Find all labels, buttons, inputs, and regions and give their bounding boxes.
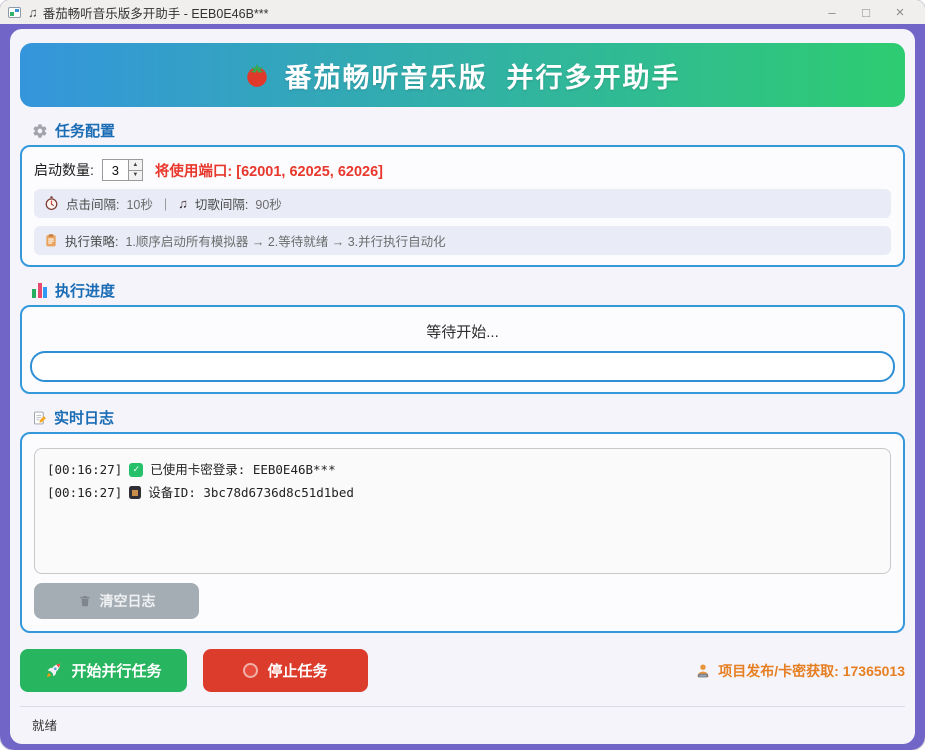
spinner-buttons: ▲ ▼ (128, 159, 143, 181)
clear-log-button[interactable]: 清空日志 (34, 583, 199, 619)
clear-log-label: 清空日志 (100, 591, 156, 611)
strategy-value: 1.顺序启动所有模拟器 → 2.等待就绪 → 3.并行执行自动化 (125, 231, 445, 250)
stop-task-button[interactable]: 停止任务 (203, 649, 368, 692)
titlebar: ♫ 番茄畅听音乐版多开助手 - EEB0E46B*** – □ × (0, 0, 925, 24)
contact-info: 项目发布/卡密获取: 17365013 (695, 661, 905, 681)
log-groupbox: [00:16:27] ✓ 已使用卡密登录: EEB0E46B*** [00:16… (20, 432, 905, 633)
close-button[interactable]: × (883, 4, 917, 21)
log-output[interactable]: [00:16:27] ✓ 已使用卡密登录: EEB0E46B*** [00:16… (34, 448, 891, 574)
launch-count-label: 启动数量: (34, 160, 94, 180)
interval-info-strip: 点击间隔: 10秒 | ♫ 切歌间隔: 90秒 (34, 189, 891, 218)
app-window: ♫ 番茄畅听音乐版多开助手 - EEB0E46B*** – □ × 番茄畅听音乐… (0, 0, 925, 750)
spin-down-button[interactable]: ▼ (129, 171, 142, 181)
strip-separator: | (164, 197, 167, 211)
log-entry: [00:16:27] ✓ 已使用卡密登录: EEB0E46B*** (47, 459, 878, 482)
ports-text: 将使用端口: [62001, 62025, 62026] (155, 160, 383, 181)
stop-task-label: 停止任务 (267, 660, 327, 681)
window-title: 番茄畅听音乐版多开助手 - EEB0E46B*** (43, 3, 269, 22)
section-progress: 执行进度 (32, 280, 905, 301)
song-interval-label: 切歌间隔: (195, 194, 248, 213)
app-icon (8, 7, 21, 18)
stop-circle-icon (243, 663, 258, 678)
stopwatch-icon (44, 196, 59, 211)
contact-text: 项目发布/卡密获取: 17365013 (718, 661, 905, 681)
status-bar: 就绪 (20, 706, 905, 744)
memo-icon (32, 410, 47, 426)
rocket-icon (45, 662, 62, 679)
log-text: 设备ID: 3bc78d6736d8c51d1bed (148, 482, 354, 505)
main-panel: 番茄畅听音乐版 并行多开助手 任务配置 启动数量: 3 ▲ ▼ (10, 29, 915, 744)
maximize-button[interactable]: □ (849, 5, 883, 20)
trash-icon (78, 594, 92, 608)
status-text: 就绪 (32, 719, 57, 733)
section-task-config: 任务配置 (32, 120, 905, 141)
header-banner: 番茄畅听音乐版 并行多开助手 (20, 43, 905, 107)
log-timestamp: [00:16:27] (47, 459, 122, 482)
app-title: 番茄畅听音乐版 并行多开助手 (284, 56, 680, 95)
section-title-config: 任务配置 (55, 120, 115, 141)
progress-bar (30, 351, 895, 382)
click-interval-value: 10秒 (126, 194, 152, 213)
click-interval-label: 点击间隔: (66, 194, 119, 213)
window-frame: 番茄畅听音乐版 并行多开助手 任务配置 启动数量: 3 ▲ ▼ (0, 24, 925, 750)
action-row: 开始并行任务 停止任务 项目发布/卡密获取: 17365013 (20, 649, 905, 692)
section-title-progress: 执行进度 (55, 280, 115, 301)
device-icon (129, 486, 141, 499)
section-title-log: 实时日志 (54, 407, 114, 428)
song-interval-value: 90秒 (255, 194, 281, 213)
spin-up-button[interactable]: ▲ (129, 160, 142, 171)
minimize-button[interactable]: – (815, 5, 849, 20)
strategy-info-strip: 执行策略: 1.顺序启动所有模拟器 → 2.等待就绪 → 3.并行执行自动化 (34, 226, 891, 255)
launch-count-value[interactable]: 3 (102, 159, 128, 181)
start-task-label: 开始并行任务 (71, 660, 161, 681)
bar-chart-icon (32, 283, 48, 298)
log-entry: [00:16:27] 设备ID: 3bc78d6736d8c51d1bed (47, 482, 878, 505)
progress-status-text: 等待开始... (27, 315, 898, 351)
strategy-label: 执行策略: (65, 231, 118, 250)
check-icon: ✓ (129, 463, 143, 477)
tomato-icon (244, 62, 270, 88)
song-note-icon: ♫ (178, 197, 188, 210)
clipboard-icon (44, 233, 58, 248)
log-timestamp: [00:16:27] (47, 482, 122, 505)
log-text: 已使用卡密登录: EEB0E46B*** (150, 459, 335, 482)
start-task-button[interactable]: 开始并行任务 (20, 649, 187, 692)
launch-count-row: 启动数量: 3 ▲ ▼ 将使用端口: [62001, 62025, 62026] (34, 159, 891, 181)
progress-groupbox: 等待开始... (20, 305, 905, 394)
music-note-icon: ♫ (28, 6, 38, 19)
config-groupbox: 启动数量: 3 ▲ ▼ 将使用端口: [62001, 62025, 62026] (20, 145, 905, 267)
section-log: 实时日志 (32, 407, 905, 428)
launch-count-spinner[interactable]: 3 ▲ ▼ (102, 159, 143, 181)
technologist-icon (695, 663, 711, 679)
gear-icon (32, 123, 48, 139)
